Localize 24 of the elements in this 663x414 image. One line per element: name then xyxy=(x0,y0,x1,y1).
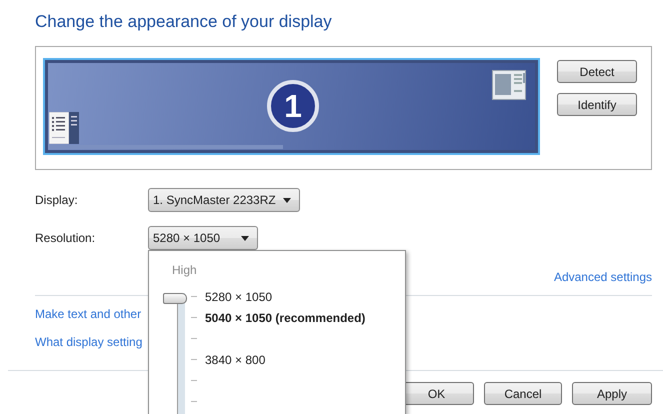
slider-track[interactable] xyxy=(163,293,187,414)
dropdown[interactable]: 1. SyncMaster 2233RZ xyxy=(148,188,300,212)
resolution-option[interactable]: 3840 × 800 xyxy=(205,352,266,366)
help-link[interactable]: Make text and other xyxy=(35,307,142,322)
field-label: Display: xyxy=(35,193,79,207)
resolution-option[interactable]: 5280 × 1050 xyxy=(205,290,272,304)
dialog-button[interactable]: Apply xyxy=(572,382,652,405)
slider-top-label: High xyxy=(172,263,197,277)
start-menu-icon xyxy=(49,112,79,144)
window-thumbnail-icon xyxy=(492,70,526,100)
resolution-option[interactable]: 5040 × 1050 (recommended) xyxy=(205,310,366,324)
monitor-preview[interactable]: 1 xyxy=(43,58,540,155)
dropdown[interactable]: 5280 × 1050 xyxy=(148,226,258,250)
page-title: Change the appearance of your display xyxy=(35,11,333,33)
help-link[interactable]: What display setting xyxy=(35,335,142,350)
dropdown-arrow-icon xyxy=(283,198,291,202)
monitor-button[interactable]: Detect xyxy=(557,60,637,83)
monitor-button[interactable]: Identify xyxy=(557,93,637,116)
advanced-settings-link[interactable]: Advanced settings xyxy=(554,270,652,284)
monitor-number-badge: 1 xyxy=(267,80,319,132)
dropdown-arrow-icon xyxy=(241,236,249,240)
field-label: Resolution: xyxy=(35,231,96,245)
dialog-button[interactable]: Cancel xyxy=(484,382,562,405)
slider-thumb[interactable] xyxy=(163,293,187,304)
